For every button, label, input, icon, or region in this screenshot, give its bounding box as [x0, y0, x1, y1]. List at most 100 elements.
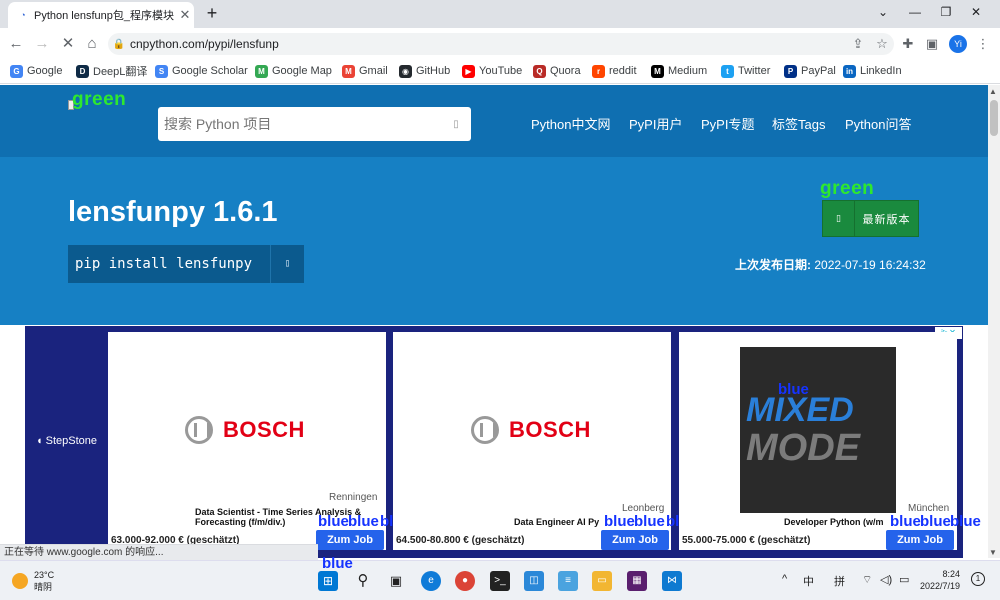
bookmark-gmail[interactable]: M Gmail	[342, 63, 388, 79]
ime-mode[interactable]: 拼	[834, 573, 845, 589]
google-icon: G	[10, 64, 23, 78]
mixed-mode-logo: MIXED MODE	[740, 347, 896, 513]
zum-job-button[interactable]: Zum Job	[316, 530, 384, 550]
stepstone-label: StepStone	[45, 435, 98, 447]
notepad-icon[interactable]: ≡	[558, 571, 578, 591]
battery-icon[interactable]: ▭	[899, 573, 909, 586]
address-bar[interactable]: 🔒 cnpython.com/pypi/lensfunp ⇪ ☆	[108, 33, 894, 55]
file-explorer-icon[interactable]: ▭	[592, 571, 612, 591]
ad-tag: blue	[920, 513, 951, 530]
scrollbar-thumb[interactable]	[990, 100, 998, 136]
bookmark-star-icon[interactable]: ☆	[870, 36, 894, 52]
zum-job-button[interactable]: Zum Job	[601, 530, 669, 550]
vscode-icon[interactable]: ⋈	[662, 571, 682, 591]
copy-icon[interactable]: ▯	[270, 245, 304, 283]
notification-badge[interactable]: 1	[971, 572, 985, 586]
bookmark-label: PayPal	[801, 65, 836, 77]
site-header	[0, 85, 988, 157]
bookmark-label: Twitter	[738, 65, 771, 77]
nav-python-cn[interactable]: Python中文网	[531, 114, 610, 133]
url-text[interactable]: cnpython.com/pypi/lensfunp	[130, 37, 846, 51]
terminal-icon[interactable]: >_	[490, 571, 510, 591]
tab-close-icon[interactable]: ✕	[176, 7, 194, 23]
page-scrollbar[interactable]	[988, 85, 1000, 558]
bookmark-label: Medium	[668, 65, 708, 77]
pip-command[interactable]: pip install lensfunpy	[68, 256, 270, 272]
nav-tags[interactable]: 标签Tags	[772, 114, 825, 133]
new-tab-button[interactable]: +	[202, 4, 222, 24]
bookmark-linkedin[interactable]: in LinkedIn	[843, 63, 902, 79]
bookmark-label: GitHub	[416, 65, 451, 77]
bookmark-google-map[interactable]: M Google Map	[255, 63, 332, 79]
back-button[interactable]: ←	[6, 34, 26, 54]
task-view-icon[interactable]: ▣	[386, 571, 406, 591]
company-name: BOSCH	[223, 417, 305, 442]
scholar-icon: S	[155, 64, 168, 78]
maximize-button[interactable]: ❐	[936, 5, 956, 21]
search-icon[interactable]: ▯	[441, 119, 471, 130]
wifi-icon[interactable]: ⌔	[862, 573, 872, 587]
ad-tag: blue	[778, 381, 809, 398]
media-app-icon[interactable]: ▦	[627, 571, 647, 591]
bookmark-label: Google Scholar	[172, 65, 248, 77]
latest-version-button[interactable]: ▯ 最新版本	[822, 200, 919, 237]
side-panel-icon[interactable]: ▣	[922, 34, 942, 54]
bosch-ring-icon	[185, 416, 213, 444]
bookmark-reddit[interactable]: r reddit	[592, 63, 637, 79]
bookmark-quora[interactable]: Q Quora	[533, 63, 581, 79]
share-icon[interactable]: ⇪	[846, 36, 870, 52]
stepstone-logo[interactable]: ◖ StepStone	[25, 332, 108, 550]
tray-overflow-icon[interactable]: ^	[782, 573, 787, 585]
ad-tag: blue	[348, 513, 379, 530]
lock-icon[interactable]: 🔒	[108, 39, 130, 50]
bookmark-label: Google Map	[272, 65, 332, 77]
nav-python-qa[interactable]: Python问答	[845, 114, 911, 133]
forward-button[interactable]: →	[32, 34, 52, 54]
deepl-icon: D	[76, 64, 89, 78]
bookmark-google-scholar[interactable]: S Google Scholar	[155, 63, 248, 79]
start-icon[interactable]: ⊞	[318, 571, 338, 591]
minimize-button[interactable]: —	[905, 5, 925, 21]
stepstone-icon: ◖	[35, 435, 43, 447]
bookmark-deepl[interactable]: D DeepL翻译	[76, 63, 147, 79]
bookmark-twitter[interactable]: t Twitter	[721, 63, 770, 79]
volume-icon[interactable]: ◁)	[880, 573, 892, 586]
menu-kebab-icon[interactable]: ⋮	[973, 34, 993, 54]
home-button[interactable]: ⌂	[82, 34, 102, 54]
search-icon[interactable]: ⚲	[353, 571, 373, 591]
close-window-button[interactable]: ✕	[966, 5, 986, 21]
bookmark-google[interactable]: G Google	[10, 63, 62, 79]
weather-widget[interactable]: 23°C 晴阴	[12, 569, 54, 593]
release-date: 上次发布日期: 2022-07-19 16:24:32	[735, 256, 926, 273]
ad-tag: blue	[318, 513, 349, 530]
zum-job-button[interactable]: Zum Job	[886, 530, 954, 550]
chrome-icon[interactable]: ●	[455, 571, 475, 591]
scroll-down-icon[interactable]: ▼	[989, 548, 997, 557]
bookmark-youtube[interactable]: ▶ YouTube	[462, 63, 522, 79]
edge-icon[interactable]: e	[421, 571, 441, 591]
search-input[interactable]: 搜索 Python 项目 ▯	[158, 107, 471, 141]
reddit-icon: r	[592, 64, 605, 78]
bookmark-paypal[interactable]: P PayPal	[784, 63, 836, 79]
stop-loading-button[interactable]: ✕	[58, 34, 78, 54]
nav-pypi-users[interactable]: PyPI用户	[629, 114, 682, 133]
tab-search-icon[interactable]: ⌄	[873, 5, 893, 21]
browser-tab[interactable]: ◔ Python lensfunp包_程序模块 - P ✕	[8, 2, 194, 28]
bosch-ring-icon	[471, 416, 499, 444]
profile-avatar[interactable]: Yi	[949, 35, 967, 53]
logo-line-2: MODE	[746, 427, 860, 469]
job-title: Developer Python (w/m	[784, 517, 884, 527]
bookmark-medium[interactable]: M Medium	[651, 63, 707, 79]
check-icon: ▯	[823, 201, 855, 236]
remote-desktop-icon[interactable]: ◫	[524, 571, 544, 591]
extensions-icon[interactable]: ✚	[898, 34, 918, 54]
company-name: BOSCH	[509, 417, 591, 442]
bookmark-label: LinkedIn	[860, 65, 902, 77]
scroll-up-icon[interactable]: ▲	[989, 87, 997, 96]
system-clock[interactable]: 8:24 2022/7/19	[920, 568, 960, 592]
medium-icon: M	[651, 64, 664, 78]
ime-language[interactable]: 中	[803, 573, 814, 589]
nav-pypi-topics[interactable]: PyPI专题	[701, 114, 754, 133]
youtube-icon: ▶	[462, 64, 475, 78]
bookmark-github[interactable]: ◉ GitHub	[399, 63, 450, 79]
